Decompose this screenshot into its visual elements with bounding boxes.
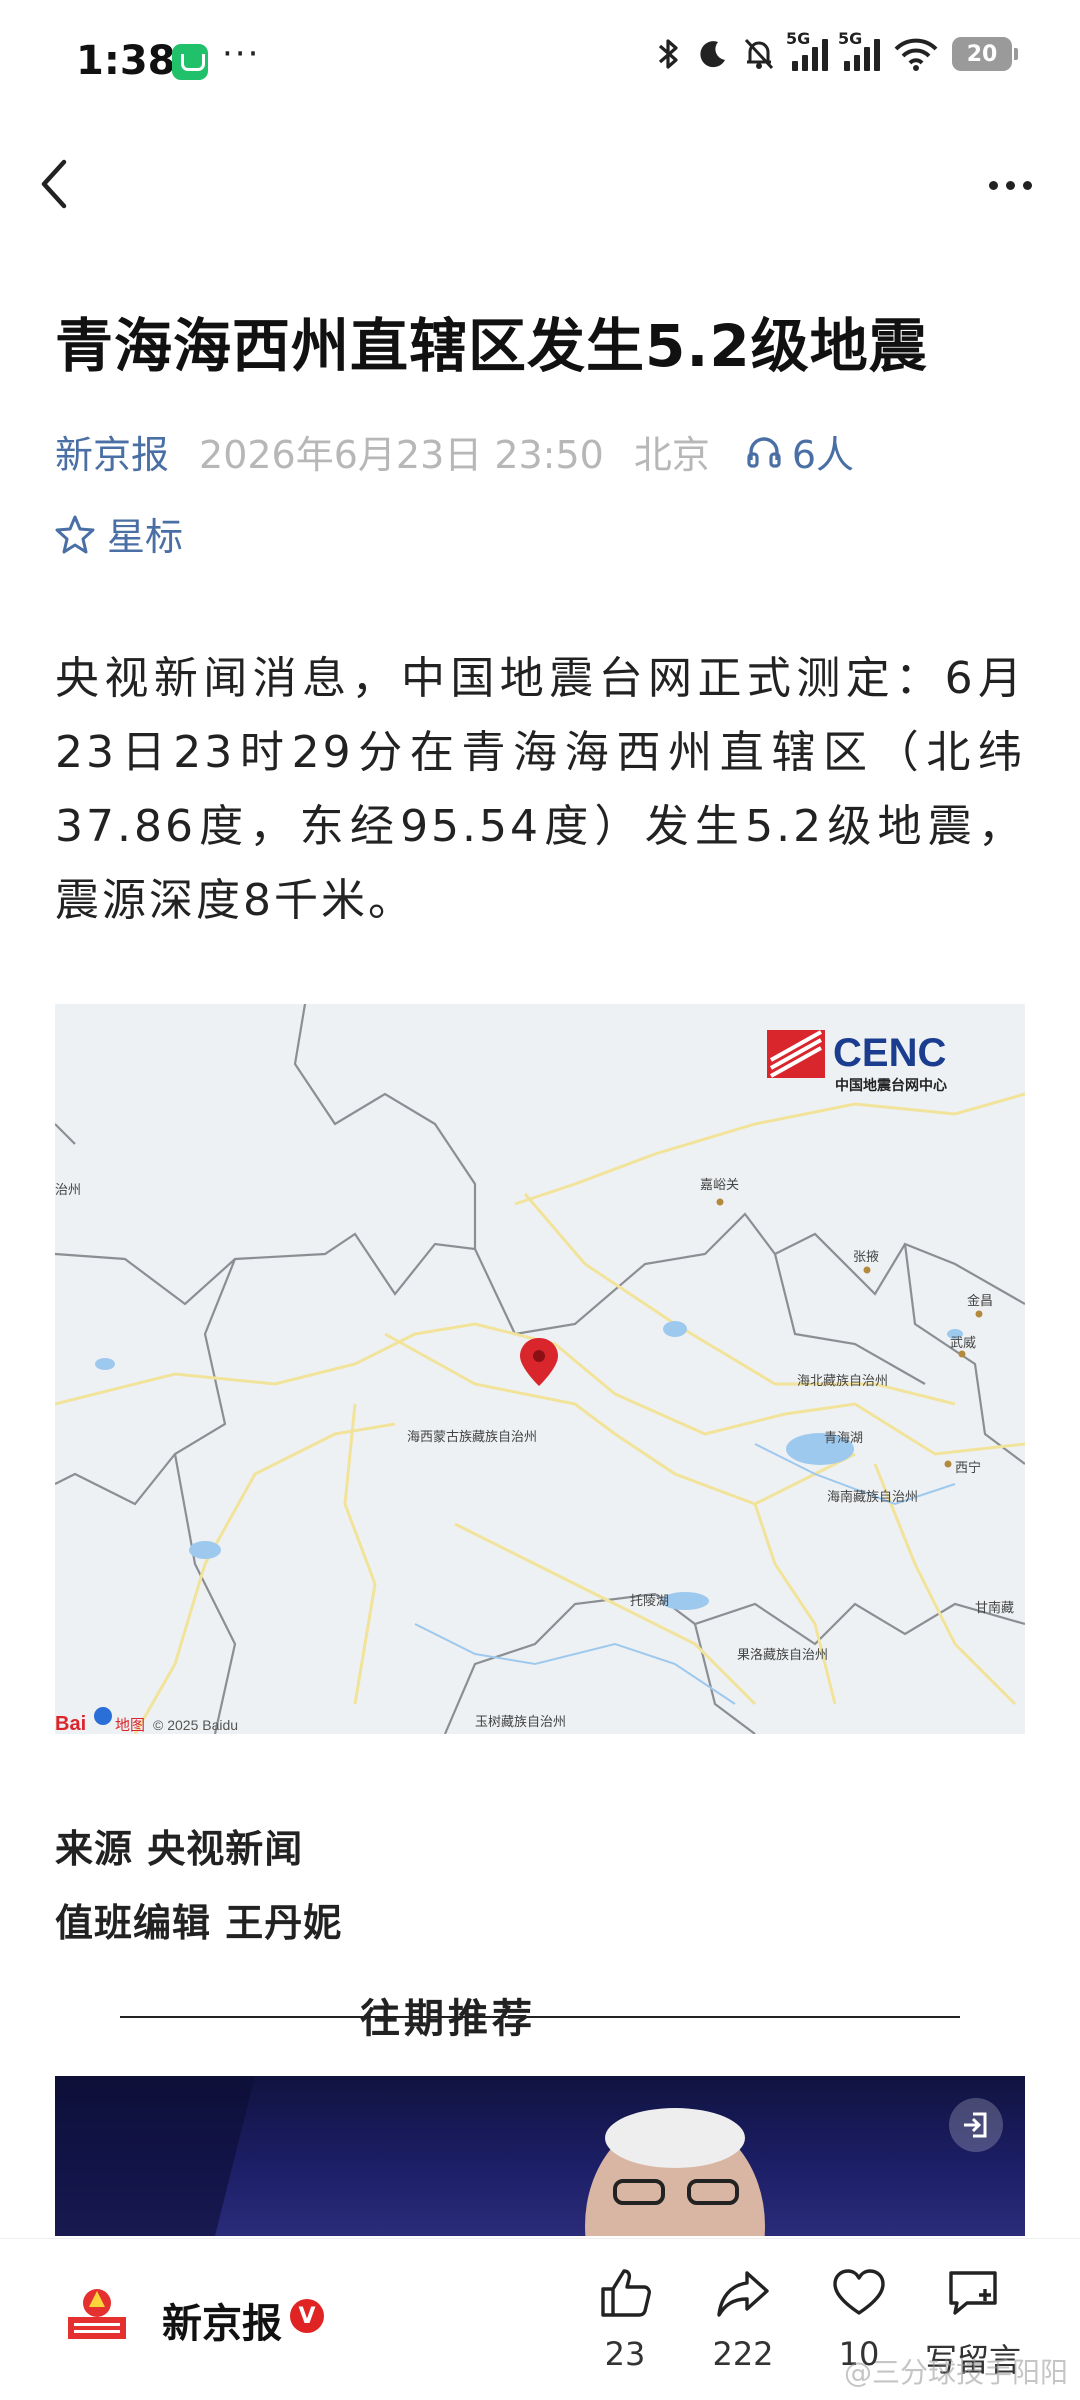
map-label-gannan: 甘南藏 — [975, 1600, 1014, 1615]
baidu-copyright: © 2025 Baidu — [153, 1717, 238, 1733]
system-icons: 5G 5G 20 — [656, 29, 1018, 72]
headphone-icon — [747, 437, 781, 468]
exit-icon[interactable] — [949, 2098, 1003, 2152]
recommend-divider — [120, 2016, 960, 2018]
map-label-haibei: 海北藏族自治州 — [797, 1373, 888, 1388]
map-label-hainan: 海南藏族自治州 — [827, 1489, 918, 1504]
article-datetime: 2026年6月23日 23:50 — [199, 432, 604, 477]
moon-icon — [700, 41, 725, 68]
map-label-zhangye: 张掖 — [853, 1249, 879, 1264]
map-label-xining: 西宁 — [955, 1460, 981, 1475]
more-icon-dot — [1022, 180, 1032, 190]
status-time: 1:38 — [76, 38, 176, 84]
brand-logo-icon[interactable] — [62, 2283, 132, 2347]
recommend-card-image — [55, 2076, 765, 2236]
network-type-2: 5G — [838, 29, 863, 48]
recommend-title: 往期推荐 — [360, 1996, 536, 2042]
map-label-tuosu: 托陵湖 — [630, 1593, 669, 1608]
bottom-action-bar: 新京报 V 23 222 10 写留言 @三分球技手阳阳 — [0, 2238, 1080, 2400]
baidu-map-word: 地图 — [115, 1717, 145, 1734]
article-editor-line: 值班编辑 王丹妮 — [55, 1901, 343, 1945]
article-location: 北京 — [633, 432, 710, 477]
more-icon-dot — [1005, 180, 1015, 190]
article-title: 青海海西州直辖区发生5.2级地震 — [55, 312, 928, 380]
listener-count: 6人 — [791, 432, 855, 477]
back-button[interactable] — [34, 154, 74, 214]
map-label-jiayuguan: 嘉峪关 — [700, 1177, 739, 1192]
more-notifications-icon: ··· — [222, 34, 261, 74]
more-icon — [988, 180, 998, 190]
map-label-yushu: 玉树藏族自治州 — [475, 1714, 566, 1729]
cenc-logo-text: CENC — [833, 1031, 946, 1075]
like-button[interactable]: 23 — [570, 2265, 680, 2373]
back-icon — [41, 159, 67, 209]
recommend-header: 往期推荐 — [120, 1986, 960, 2046]
battery-icon: 20 — [952, 37, 1018, 71]
map-label-qinghaihu: 青海湖 — [824, 1430, 863, 1445]
wifi-icon — [894, 38, 938, 71]
baidu-brand: Bai — [55, 1713, 86, 1734]
article-source-link[interactable]: 新京报 — [55, 424, 169, 479]
article-body: 央视新闻消息，中国地震台网正式测定：6月23日23时29分在青海海西州直辖区（北… — [55, 653, 1025, 926]
article-meta: 新京报 2026年6月23日 23:50 北京 6人 — [55, 424, 854, 478]
share-icon — [717, 2271, 769, 2317]
map-canvas: 嘉峪关 张掖 金昌 武威 海北藏族自治州 青海湖 西宁 海西蒙古族藏族自治州 海… — [55, 1004, 1025, 1734]
recommend-card[interactable] — [55, 2076, 1025, 2236]
article-source-line: 来源 央视新闻 — [55, 1827, 304, 1871]
star-icon — [55, 515, 95, 553]
map-label-wuwei: 武威 — [950, 1335, 976, 1350]
like-icon — [601, 2269, 651, 2317]
signal-2-icon: 5G — [838, 29, 880, 71]
listen-button[interactable]: 6人 — [746, 424, 854, 479]
like-count: 23 — [604, 2335, 646, 2373]
share-count: 222 — [712, 2335, 774, 2373]
map-label-haixi: 海西蒙古族藏族自治州 — [407, 1429, 537, 1444]
status-bar: 1:38 ··· 5G 5G 20 — [0, 0, 1080, 120]
verified-badge-icon: V — [290, 2299, 324, 2333]
cenc-logo-subtitle: 中国地震台网中心 — [835, 1077, 947, 1093]
star-button[interactable]: 星标 — [55, 506, 183, 561]
map-label-guoluo: 果洛藏族自治州 — [737, 1647, 828, 1662]
watermark-text: @三分球技手阳阳 — [843, 2356, 1068, 2389]
app-notification-icon — [172, 44, 208, 80]
bluetooth-icon — [658, 39, 678, 69]
network-type-1: 5G — [786, 29, 811, 48]
comment-icon — [949, 2271, 997, 2315]
signal-1-icon: 5G — [786, 29, 828, 71]
brand-name[interactable]: 新京报 — [162, 2291, 282, 2349]
more-options-button[interactable] — [974, 160, 1046, 210]
share-button[interactable]: 222 — [688, 2265, 798, 2373]
mute-bell-icon — [744, 38, 774, 70]
map-label-side-left: 治州 — [55, 1182, 81, 1197]
map-label-jinchang: 金昌 — [967, 1293, 993, 1308]
heart-icon — [833, 2269, 885, 2315]
earthquake-map[interactable]: 嘉峪关 张掖 金昌 武威 海北藏族自治州 青海湖 西宁 海西蒙古族藏族自治州 海… — [55, 1004, 1025, 1734]
star-label: 星标 — [107, 515, 184, 559]
